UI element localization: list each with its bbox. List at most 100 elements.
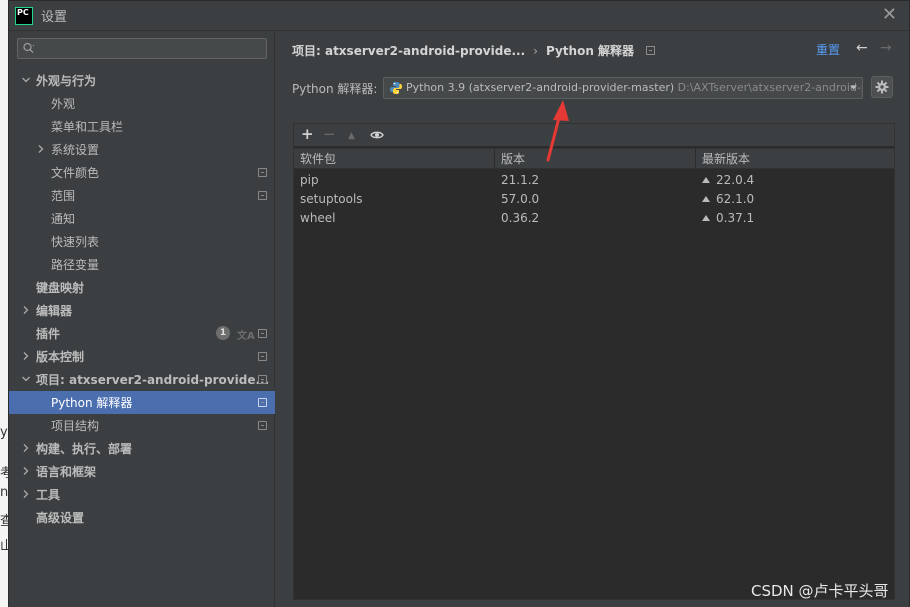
package-table-header: 软件包 版本 最新版本: [294, 148, 894, 169]
sidebar-item-system-settings[interactable]: 系统设置: [9, 138, 275, 161]
sidebar-item-label: 工具: [36, 488, 61, 502]
package-latest-version: 0.37.1: [716, 211, 755, 225]
back-arrow-icon[interactable]: ←: [856, 40, 868, 56]
table-row[interactable]: wheel 0.36.2 0.37.1: [294, 209, 894, 228]
sidebar-item-label: 系统设置: [51, 143, 100, 157]
sidebar-item-label: 构建、执行、部署: [36, 442, 133, 456]
eye-icon[interactable]: [370, 130, 384, 140]
sidebar-item-project-structure[interactable]: 项目结构: [9, 414, 275, 437]
page-title: Python 解释器: [545, 44, 635, 58]
sidebar-item-languages-frameworks[interactable]: 语言和框架: [9, 460, 275, 483]
sidebar-item-label: 通知: [51, 212, 76, 226]
chevron-right-icon: [23, 467, 29, 475]
breadcrumb-separator: ›: [533, 43, 538, 58]
upgrade-available-icon: [702, 196, 710, 202]
column-header-version[interactable]: 版本: [495, 149, 696, 169]
project-scope-icon: [258, 191, 267, 200]
package-version: 57.0.0: [501, 192, 540, 206]
interpreter-label: Python 解释器:: [292, 82, 378, 96]
chevron-down-icon: [850, 85, 857, 90]
sidebar-item-build-execution-deployment[interactable]: 构建、执行、部署: [9, 437, 275, 460]
settings-sidebar: 外观与行为 外观 菜单和工具栏 系统设置 文件颜色 范围 通知 快速列表 路径变…: [9, 31, 275, 607]
package-latest-version: 22.0.4: [716, 173, 755, 187]
chevron-down-icon: [22, 77, 30, 83]
sidebar-item-keymap[interactable]: 键盘映射: [9, 276, 275, 299]
chevron-right-icon: [23, 352, 29, 360]
sidebar-item-label: 版本控制: [36, 350, 85, 364]
translate-icon: 文A: [237, 331, 255, 342]
project-scope-icon: [258, 421, 267, 430]
package-version: 0.36.2: [501, 211, 540, 225]
update-count-badge: 1: [216, 326, 230, 340]
sidebar-item-notifications[interactable]: 通知: [9, 207, 275, 230]
gear-icon: [875, 80, 889, 94]
sidebar-item-label: 编辑器: [36, 304, 73, 318]
sidebar-item-label: 语言和框架: [36, 465, 97, 479]
sidebar-item-scopes[interactable]: 范围: [9, 184, 275, 207]
package-name: wheel: [300, 211, 336, 225]
sidebar-item-python-interpreter[interactable]: Python 解释器: [9, 391, 275, 414]
sidebar-item-label: 范围: [51, 189, 76, 203]
background-glyph: n: [0, 485, 9, 500]
package-latest-version: 62.1.0: [716, 192, 755, 206]
chevron-right-icon: [23, 306, 29, 314]
sidebar-item-version-control[interactable]: 版本控制: [9, 345, 275, 368]
project-scope-icon: [646, 46, 656, 55]
interpreter-path: D:\AXTserver\atxserver2-android-pr: [677, 81, 863, 94]
project-scope-icon: [258, 398, 267, 407]
sidebar-item-path-variables[interactable]: 路径变量: [9, 253, 275, 276]
interpreter-select[interactable]: Python 3.9 (atxserver2-android-provider-…: [383, 77, 863, 99]
sidebar-item-label: 项目: atxserver2-android-provide...: [36, 373, 270, 387]
sidebar-item-appearance[interactable]: 外观: [9, 92, 275, 115]
upgrade-available-icon: [702, 177, 710, 183]
sidebar-item-advanced-settings[interactable]: 高级设置: [9, 506, 275, 529]
background-glyph: y: [0, 425, 8, 440]
sidebar-item-appearance-behavior[interactable]: 外观与行为: [9, 69, 275, 92]
interpreter-settings-button[interactable]: [871, 76, 893, 98]
sidebar-item-label: 键盘映射: [36, 281, 85, 295]
forward-arrow-icon: →: [880, 40, 892, 56]
sidebar-item-label: 文件颜色: [51, 166, 100, 180]
project-scope-icon: [258, 329, 267, 338]
chevron-right-icon: [38, 145, 44, 153]
package-version: 21.1.2: [501, 173, 540, 187]
title-bar: PC 设置 ✕: [9, 1, 909, 31]
sidebar-item-plugins[interactable]: 插件 1 文A: [9, 322, 275, 345]
sidebar-item-label: 快速列表: [51, 235, 100, 249]
settings-dialog: PC 设置 ✕ 外观与行为 外观 菜单和工具栏 系统设置 文件颜色 范围 通知 …: [8, 0, 910, 607]
chevron-right-icon: [23, 444, 29, 452]
package-name: setuptools: [300, 192, 363, 206]
watermark: CSDN @卢卡平头哥: [751, 582, 889, 600]
settings-content: 项目: atxserver2-android-provide... › Pyth…: [276, 31, 909, 607]
column-header-package[interactable]: 软件包: [294, 149, 495, 169]
remove-package-button: −: [323, 125, 336, 143]
pycharm-logo-icon: PC: [15, 6, 33, 25]
search-input[interactable]: [17, 38, 267, 59]
table-row[interactable]: setuptools 57.0.0 62.1.0: [294, 190, 894, 209]
sidebar-item-label: 外观: [51, 97, 76, 111]
add-package-button[interactable]: +: [301, 127, 314, 142]
window-title: 设置: [41, 10, 68, 25]
sidebar-item-label: Python 解释器: [51, 396, 133, 410]
sidebar-item-project[interactable]: 项目: atxserver2-android-provide...: [9, 368, 275, 391]
reset-button[interactable]: 重置: [816, 41, 840, 58]
sidebar-item-label: 菜单和工具栏: [51, 120, 124, 134]
upgrade-available-icon: [702, 215, 710, 221]
sidebar-item-label: 项目结构: [51, 419, 100, 433]
project-scope-icon: [258, 352, 267, 361]
sidebar-item-tools[interactable]: 工具: [9, 483, 275, 506]
python-logo-icon: [390, 82, 402, 94]
sidebar-item-quick-lists[interactable]: 快速列表: [9, 230, 275, 253]
close-button[interactable]: ✕: [882, 6, 897, 24]
sidebar-item-file-colors[interactable]: 文件颜色: [9, 161, 275, 184]
sidebar-item-label: 高级设置: [36, 511, 85, 525]
column-header-latest-version[interactable]: 最新版本: [696, 149, 894, 169]
chevron-right-icon: [23, 490, 29, 498]
breadcrumb-project[interactable]: 项目: atxserver2-android-provide...: [292, 42, 525, 59]
sidebar-item-editor[interactable]: 编辑器: [9, 299, 275, 322]
sidebar-item-menus-toolbars[interactable]: 菜单和工具栏: [9, 115, 275, 138]
table-row[interactable]: pip 21.1.2 22.0.4: [294, 171, 894, 190]
search-icon: [23, 42, 35, 53]
sidebar-item-label: 路径变量: [51, 258, 100, 272]
sidebar-item-label: 插件: [36, 327, 61, 341]
